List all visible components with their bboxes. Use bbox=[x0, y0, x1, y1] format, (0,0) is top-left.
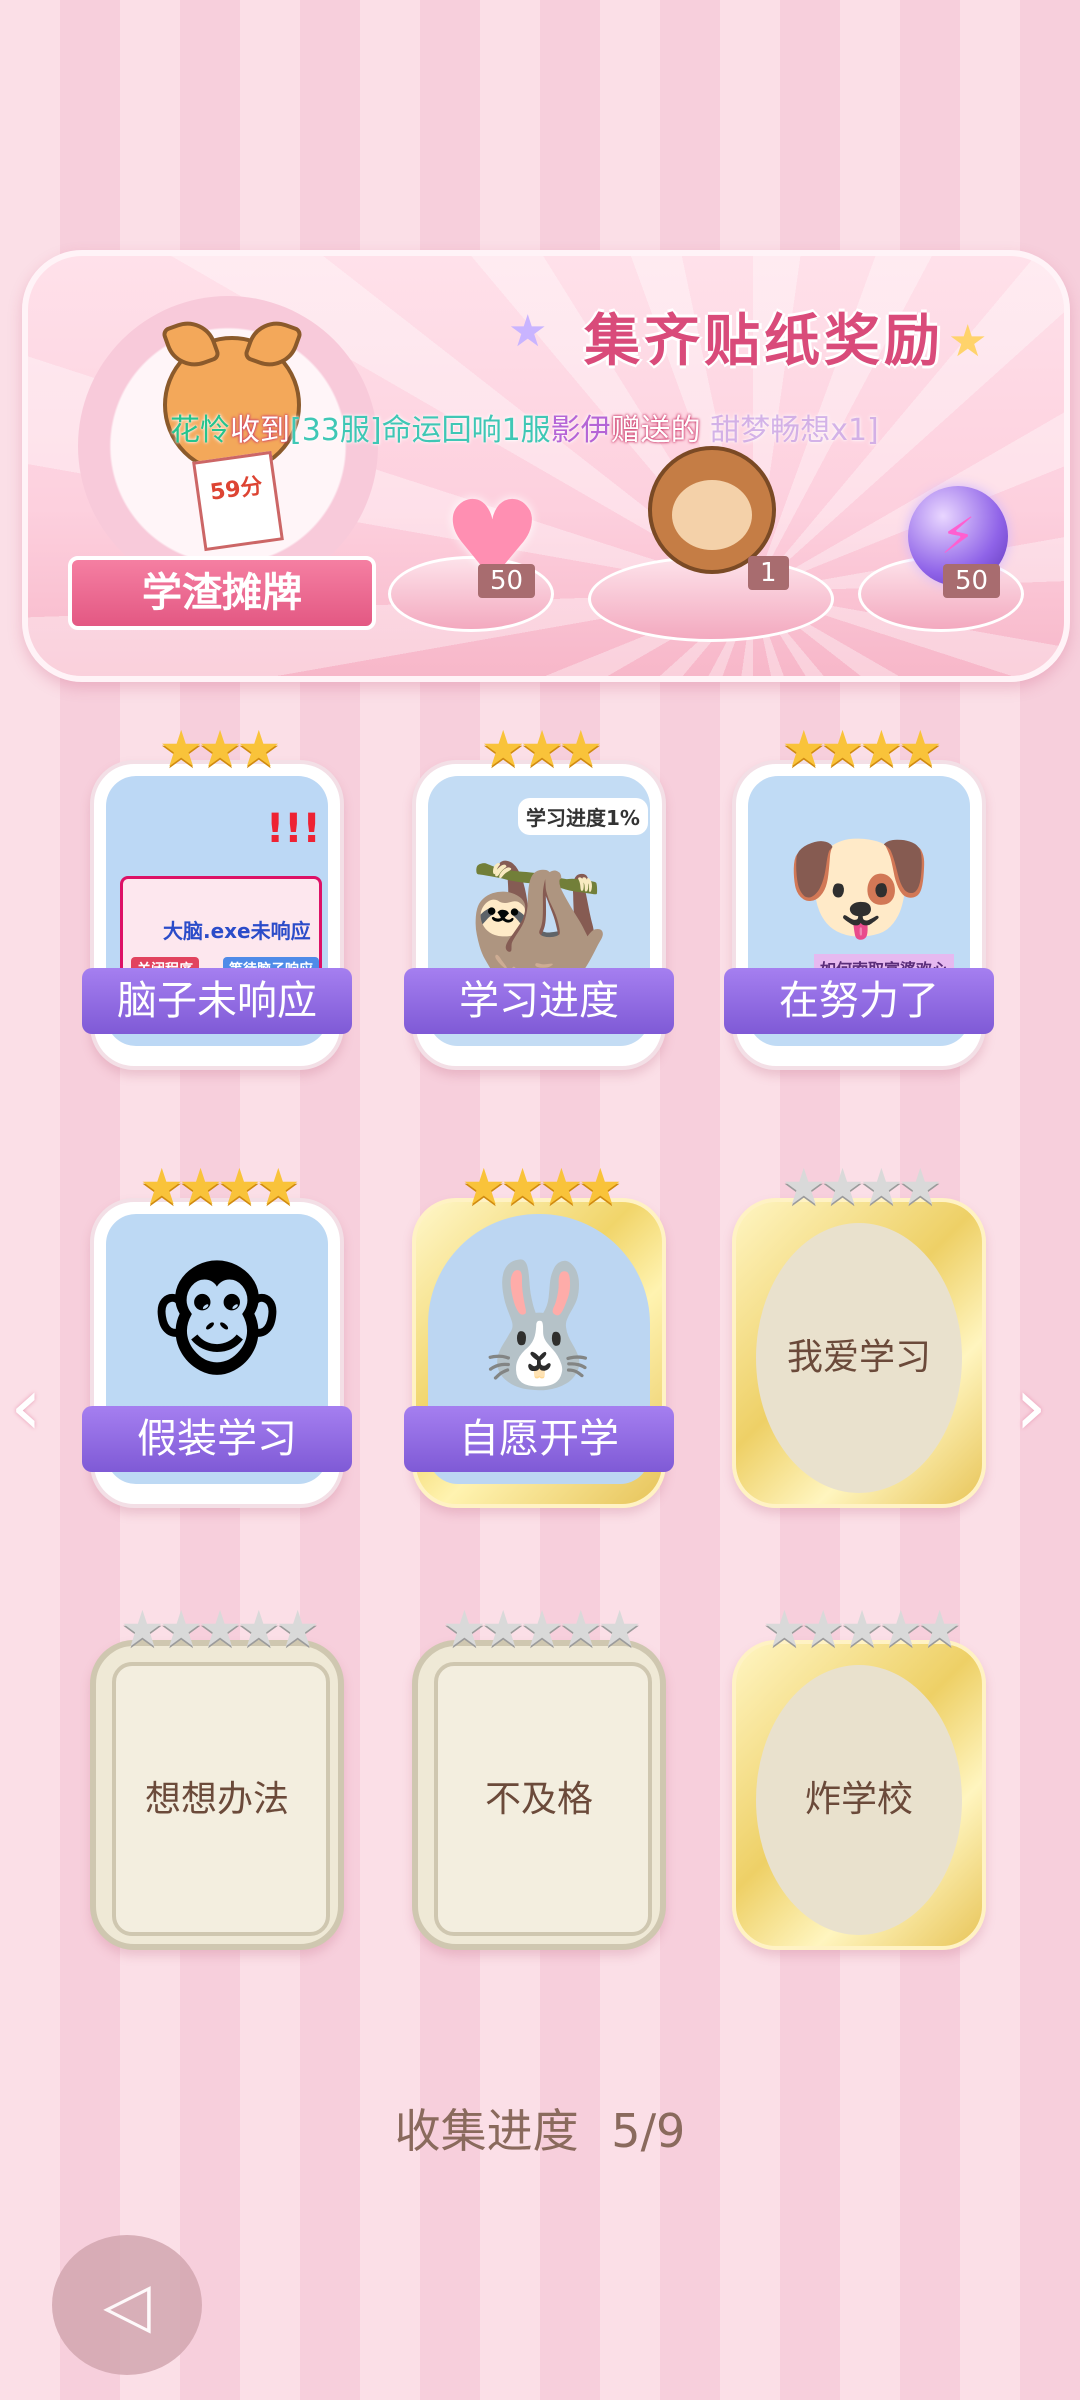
star-rating: ★★★★ bbox=[781, 1158, 942, 1216]
progress-value: 5/9 bbox=[611, 2104, 686, 2158]
ticker-ghost: 甜梦畅想x1] bbox=[710, 413, 879, 448]
sticker-name: 在努力了 bbox=[724, 968, 994, 1034]
back-button[interactable]: ◁ bbox=[52, 2235, 202, 2375]
banner-title: 集齐贴纸奖励 bbox=[584, 309, 944, 374]
reward-count-3: 50 bbox=[943, 564, 1001, 598]
sticker-name: 想想办法 bbox=[144, 1779, 289, 1820]
sticker-card[interactable]: 学习进度1% 🦥 ★★★ 学习进度 bbox=[404, 720, 674, 1070]
sticker-card[interactable]: 🐵 ★★★★ 假装学习 bbox=[82, 1158, 352, 1508]
ticker-suffix: 赠送的 bbox=[610, 413, 701, 448]
star-rating: ★★★★ bbox=[461, 1158, 622, 1216]
prev-page-arrow-icon[interactable]: ‹ bbox=[10, 1360, 42, 1453]
ticker-player: 影伊 bbox=[550, 413, 611, 448]
star-rating: ★★★★ bbox=[781, 720, 942, 778]
sticker-card[interactable]: 🐶 如何索取富婆欢心 ★★★★ 在努力了 bbox=[724, 720, 994, 1070]
star-rating: ★★★ bbox=[480, 720, 603, 778]
sticker-name: 我爱学习 bbox=[786, 1337, 931, 1378]
progress-label: 收集进度 bbox=[394, 2104, 579, 2158]
ticker-verb: 收到 bbox=[230, 413, 290, 448]
star-rating: ★★★★★ bbox=[119, 1600, 320, 1658]
sticker-card[interactable]: !!! 大脑.exe未响应 关闭程序 等待脑子响应 ★★★ 脑子未响应 bbox=[82, 720, 352, 1070]
gift-ticker: 花怜收到[33服]命运回响1服影伊赠送的 甜梦畅想x1] bbox=[170, 405, 879, 449]
yellow-star-icon: ★ bbox=[948, 316, 988, 367]
sticker-card-locked[interactable]: ★★★★★ 不及格 bbox=[412, 1600, 666, 1950]
sticker-card[interactable]: 🐰 ★★★★ 自愿开学 bbox=[404, 1158, 674, 1508]
ticker-server: [33服]命运回响1服 bbox=[290, 413, 551, 448]
star-rating: ★★★★★ bbox=[761, 1600, 962, 1658]
puppy-icon: 🐶 bbox=[784, 818, 934, 957]
sticker-name: 不及格 bbox=[484, 1779, 593, 1820]
bunny-icon: 🐰 bbox=[464, 1256, 614, 1395]
star-rating: ★★★★ bbox=[139, 1158, 300, 1216]
sticker-name: 脑子未响应 bbox=[82, 968, 352, 1034]
back-arrow-icon: ◁ bbox=[103, 2268, 151, 2341]
reward-banner: ★ ★ 集齐贴纸奖励 59分 学渣摊牌 ♥ 50 1 ⚡ 50 bbox=[22, 250, 1070, 682]
reward-count-2: 1 bbox=[748, 556, 789, 590]
badge-label: 学渣摊牌 bbox=[68, 556, 376, 630]
sticker-name: 假装学习 bbox=[82, 1406, 352, 1472]
sticker-name: 学习进度 bbox=[404, 968, 674, 1034]
sticker-card-locked[interactable]: ★★★★★ 炸学校 bbox=[732, 1600, 986, 1950]
star-rating: ★★★ bbox=[158, 720, 281, 778]
score-paper: 59分 bbox=[192, 450, 284, 552]
sticker-name: 自愿开学 bbox=[404, 1406, 674, 1472]
monkey-sticker-icon[interactable] bbox=[648, 446, 776, 574]
star-rating: ★★★★★ bbox=[441, 1600, 642, 1658]
sticker-card-locked[interactable]: ★★★★ 我爱学习 bbox=[732, 1158, 986, 1508]
collection-progress: 收集进度 5/9 bbox=[0, 2095, 1080, 2161]
monkey-icon: 🐵 bbox=[147, 1256, 287, 1395]
error-title: 大脑.exe未响应 bbox=[163, 919, 311, 943]
reward-count-1: 50 bbox=[478, 564, 536, 598]
exclaim-icon: !!! bbox=[266, 806, 321, 852]
sticker-card-locked[interactable]: ★★★★★ 想想办法 bbox=[90, 1600, 344, 1950]
sticker-name: 炸学校 bbox=[804, 1779, 913, 1820]
ticker-sender: 花怜 bbox=[170, 413, 230, 448]
purple-star-icon: ★ bbox=[508, 306, 548, 357]
next-page-arrow-icon[interactable]: › bbox=[1015, 1360, 1047, 1453]
progress-bubble: 学习进度1% bbox=[518, 798, 648, 835]
